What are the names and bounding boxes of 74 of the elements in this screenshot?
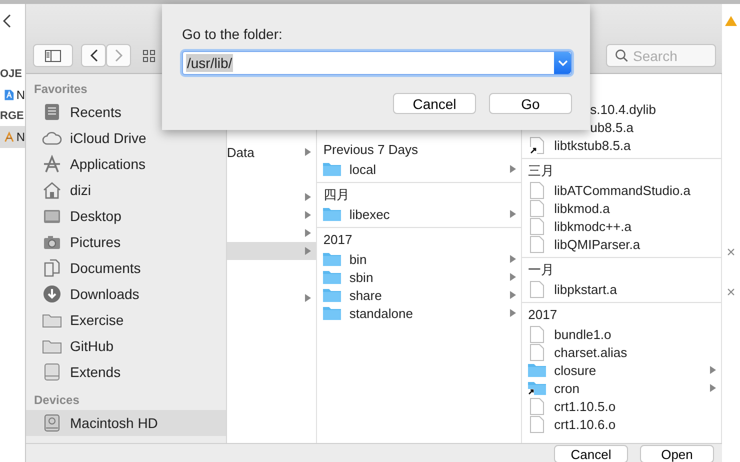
column-row[interactable]: Data bbox=[226, 143, 316, 161]
file-row[interactable]: bundle1.o bbox=[522, 325, 721, 343]
sheet-title: Go to the folder: bbox=[182, 26, 284, 42]
section-header: OJE bbox=[0, 68, 24, 80]
sidebar-item[interactable]: GitHub bbox=[26, 333, 226, 359]
sidebar-item[interactable]: Extends bbox=[26, 359, 226, 385]
dialog-button[interactable]: Open bbox=[640, 445, 714, 462]
sidebar-item[interactable]: Applications bbox=[26, 151, 226, 177]
folder-row[interactable]: sbin bbox=[317, 268, 522, 286]
sidebar-toggle-button[interactable] bbox=[33, 44, 73, 67]
monitor-icon bbox=[42, 208, 62, 224]
cloud-icon bbox=[42, 131, 62, 145]
download-icon bbox=[42, 285, 62, 303]
folder-row[interactable]: libexec bbox=[317, 205, 522, 223]
sidebar-item[interactable]: iCloud Drive bbox=[26, 125, 226, 151]
back-chevron-icon[interactable] bbox=[3, 14, 11, 28]
dropdown-button[interactable] bbox=[554, 52, 571, 74]
sidebar-item[interactable]: Downloads bbox=[26, 281, 226, 307]
sidebar-item[interactable]: Desktop bbox=[26, 203, 226, 229]
documents-icon bbox=[42, 259, 62, 277]
search-field[interactable]: Search bbox=[606, 44, 716, 67]
sidebar-section-header: Devices bbox=[33, 392, 80, 409]
path-combo-field[interactable]: /usr/lib/ bbox=[182, 51, 572, 75]
sidebar-item[interactable]: Exercise bbox=[26, 307, 226, 333]
date-group-header: 一月 bbox=[527, 261, 556, 279]
tray-icon bbox=[42, 103, 62, 121]
folder-row[interactable]: standalone bbox=[317, 304, 522, 322]
house-icon bbox=[42, 181, 62, 199]
file-row[interactable]: crt1.10.6.o bbox=[522, 415, 721, 433]
folder-row[interactable]: local bbox=[317, 160, 522, 178]
folder-icon bbox=[42, 312, 62, 328]
folder-row[interactable]: share bbox=[317, 286, 522, 304]
folder-row[interactable]: closure bbox=[522, 361, 721, 379]
sidebar-section-header: Favorites bbox=[33, 81, 88, 98]
dialog-button[interactable]: Cancel bbox=[554, 445, 628, 462]
file-row[interactable]: libkmod.a bbox=[522, 199, 721, 217]
sidebar-item[interactable]: Macintosh HD bbox=[26, 410, 226, 436]
sidebar-icon bbox=[45, 50, 61, 62]
folder-row[interactable]: bin bbox=[317, 250, 522, 268]
date-group-header: 三月 bbox=[527, 162, 556, 180]
app-document-icon bbox=[4, 87, 14, 103]
date-group-header: 2017 bbox=[527, 306, 558, 324]
sidebar-item[interactable]: Documents bbox=[26, 255, 226, 281]
date-group-header: 四月 bbox=[322, 186, 350, 204]
file-row[interactable]: charset.alias bbox=[522, 343, 721, 361]
file-row[interactable]: libkmodc++.a bbox=[522, 217, 721, 235]
date-group-header: 2017 bbox=[322, 231, 354, 249]
close-mark[interactable]: × bbox=[726, 286, 736, 300]
file-row[interactable]: libpkstart.a bbox=[522, 280, 721, 298]
date-group-header: Previous 7 Days bbox=[322, 141, 419, 159]
search-icon bbox=[615, 49, 628, 62]
file-row[interactable]: libtkstub8.5.a bbox=[522, 136, 721, 154]
file-row[interactable]: libATCommandStudio.a bbox=[522, 181, 721, 199]
back-chevron-icon bbox=[90, 49, 98, 62]
navigator-row[interactable]: N bbox=[0, 84, 25, 106]
drive-icon bbox=[42, 363, 62, 381]
navigator-row[interactable]: N bbox=[0, 126, 25, 148]
icon-view-icon[interactable] bbox=[143, 50, 155, 62]
warning-icon bbox=[725, 16, 737, 26]
path-value: /usr/lib/ bbox=[186, 54, 234, 72]
forward-chevron-icon bbox=[114, 49, 122, 62]
file-row[interactable]: libQMIParser.a bbox=[522, 235, 721, 253]
sheet-button[interactable]: Go bbox=[489, 93, 572, 114]
folder-icon bbox=[42, 338, 62, 354]
folder-row[interactable]: cron bbox=[522, 379, 721, 397]
chevron-down-icon bbox=[558, 60, 568, 66]
file-row[interactable]: crt1.10.5.o bbox=[522, 397, 721, 415]
sheet-button[interactable]: Cancel bbox=[393, 93, 476, 114]
back-button[interactable] bbox=[81, 44, 106, 67]
close-mark[interactable]: × bbox=[726, 246, 736, 260]
sidebar-item[interactable]: dizi bbox=[26, 177, 226, 203]
camera-icon bbox=[42, 234, 62, 250]
section-header: RGE bbox=[0, 110, 25, 122]
sidebar-item[interactable]: Pictures bbox=[26, 229, 226, 255]
